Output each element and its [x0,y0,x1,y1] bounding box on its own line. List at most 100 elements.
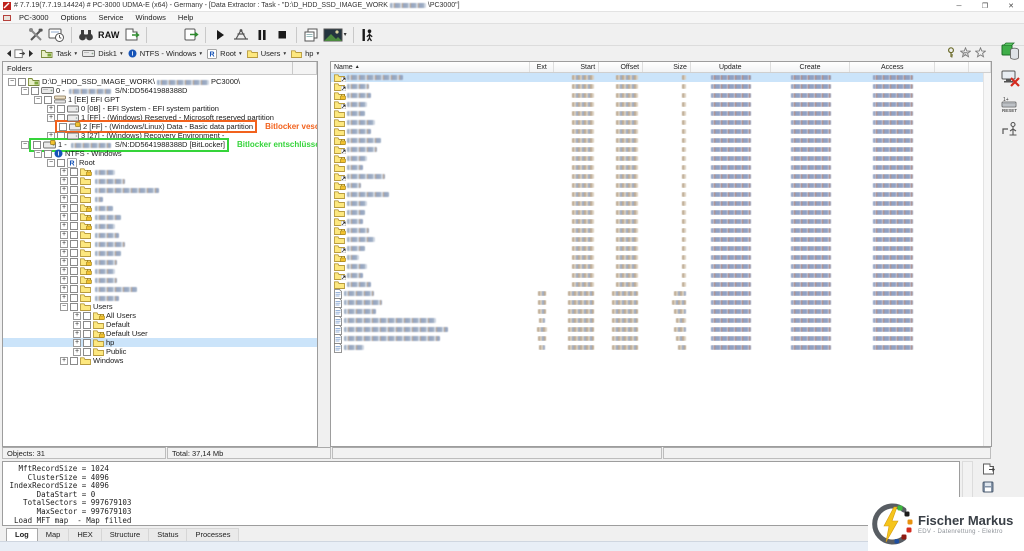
tree-expander[interactable]: − [34,150,42,158]
tree-expander[interactable]: − [47,159,55,167]
tree-expander[interactable]: + [60,357,68,365]
tree-item[interactable]: + [3,176,317,185]
tree-expander[interactable]: + [60,168,68,176]
export-page-button[interactable] [982,463,995,477]
tree-checkbox[interactable] [70,303,78,311]
nav-back-button[interactable] [3,48,14,60]
tree-checkbox[interactable] [70,213,78,221]
tree-expander[interactable]: + [60,249,68,257]
tree-expander[interactable]: + [60,177,68,185]
star-button[interactable] [975,47,986,60]
column-header-create[interactable]: Create [771,62,851,72]
key-button[interactable] [946,47,956,60]
tree-checkbox[interactable] [70,231,78,239]
raw-button[interactable]: RAW [96,25,122,45]
column-header-ext[interactable]: Ext [530,62,554,72]
tree-item[interactable]: + [3,293,317,302]
power-button[interactable] [999,120,1021,140]
tab-status[interactable]: Status [149,528,187,541]
tree-expander[interactable]: + [47,114,55,122]
tree-expander[interactable]: + [73,330,81,338]
tree-expander[interactable]: + [60,195,68,203]
tree-expander[interactable]: − [21,87,29,95]
star-edit-button[interactable] [960,47,971,60]
tab-processes[interactable]: Processes [187,528,239,541]
play-button[interactable] [210,25,230,45]
tree-checkbox[interactable] [18,78,26,86]
file-list-scrollbar[interactable] [983,73,991,446]
tree-expander[interactable]: + [73,312,81,320]
menu-service[interactable]: Service [92,13,129,22]
tree-item-all-users[interactable]: +All Users [3,311,317,320]
reset-button[interactable]: 1+RESET [999,94,1021,114]
close-button[interactable]: ✕ [998,0,1024,12]
tree-checkbox[interactable] [83,339,91,347]
tree-item[interactable]: + [3,248,317,257]
column-header-size[interactable]: Size [643,62,691,72]
tree-item-0-0b-efi-system-efi-syst[interactable]: +0 [0B] - EFI System - EFI system partit… [3,104,317,113]
minimize-button[interactable]: ─ [946,0,972,12]
maximize-button[interactable]: ❐ [972,0,998,12]
tree-expander[interactable]: + [60,204,68,212]
tree-checkbox[interactable] [70,249,78,257]
nav-page-button[interactable] [14,48,25,60]
tree-checkbox[interactable] [70,294,78,302]
tree-expander[interactable]: − [8,78,16,86]
tree-expander[interactable]: + [60,213,68,221]
menu-pc-3000[interactable]: PC-3000 [13,13,55,22]
tree-item-1-ee-efi-gpt[interactable]: −1 [EE] EFI GPT [3,95,317,104]
tree-expander[interactable]: − [60,303,68,311]
tree-checkbox[interactable] [83,312,91,320]
tree-item-windows[interactable]: +Windows [3,356,317,365]
pause-button[interactable] [252,25,272,45]
menu-windows[interactable]: Windows [129,13,171,22]
tree-expander[interactable]: + [73,339,81,347]
tree-item[interactable]: + [3,212,317,221]
tree-checkbox[interactable] [83,321,91,329]
tree-expander[interactable]: − [21,141,29,149]
screenshot-button[interactable]: ▾ [321,25,349,45]
tree-item[interactable]: + [3,221,317,230]
pc3000-menu-icon[interactable] [3,14,11,22]
breadcrumb-disk1[interactable]: Disk1▾ [82,49,123,58]
tree-checkbox[interactable] [70,168,78,176]
file-row[interactable] [331,343,991,352]
tree-checkbox[interactable] [31,87,39,95]
tree-item-public[interactable]: +Public [3,347,317,356]
tree-item-users[interactable]: −Users [3,302,317,311]
tab-structure[interactable]: Structure [102,528,149,541]
tree-item[interactable]: + [3,167,317,176]
tree-item[interactable]: + [3,230,317,239]
tree-checkbox[interactable] [59,123,67,131]
tree-item-0-[interactable]: −0 - S/N:DD5641988388D [3,86,317,95]
tree-item[interactable]: + [3,284,317,293]
tree-expander[interactable]: + [60,222,68,230]
tree-checkbox[interactable] [70,276,78,284]
menu-options[interactable]: Options [55,13,93,22]
tree-expander[interactable]: + [60,267,68,275]
column-header-update[interactable]: Update [691,62,771,72]
tree-checkbox[interactable] [83,348,91,356]
disconnect-button[interactable] [999,68,1021,88]
column-header-name[interactable]: Name▲ [331,62,530,72]
tree-item[interactable]: + [3,185,317,194]
tree-expander[interactable]: + [73,321,81,329]
copy-button[interactable] [301,25,321,45]
tree-checkbox[interactable] [44,150,52,158]
tab-hex[interactable]: HEX [69,528,101,541]
tree-expander[interactable]: + [47,105,55,113]
tree-item[interactable]: + [3,266,317,275]
tree-item[interactable]: + [3,275,317,284]
breadcrumb-task[interactable]: Task▾ [41,49,77,59]
tree-item[interactable]: + [3,203,317,212]
breadcrumb-root[interactable]: RRoot▾ [207,49,242,59]
column-header-start[interactable]: Start [554,62,599,72]
open-task-button[interactable] [181,25,201,45]
tree-checkbox[interactable] [70,267,78,275]
tree-item-root[interactable]: −RRoot [3,158,317,167]
tab-log[interactable]: Log [6,528,38,541]
tree-item-2-ff-windows-linux-data-[interactable]: 2 [FF] - (Windows/Linux) Data - Basic da… [3,122,317,131]
tree-checkbox[interactable] [44,96,52,104]
breadcrumb-users[interactable]: Users▾ [247,49,286,59]
disk-clock-button[interactable] [46,25,67,45]
